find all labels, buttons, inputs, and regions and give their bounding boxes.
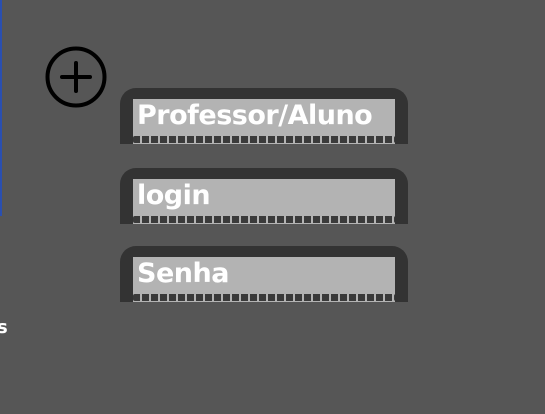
- left-edge-strip: [0, 0, 2, 216]
- role-field-box[interactable]: Professor/Aluno: [133, 99, 395, 144]
- edge-glyph: s: [0, 317, 8, 338]
- role-field[interactable]: Professor/Aluno: [120, 88, 408, 144]
- login-field-box[interactable]: login: [133, 179, 395, 224]
- password-input[interactable]: [133, 257, 395, 302]
- plus-circle-icon: [45, 46, 107, 108]
- password-field-box[interactable]: Senha: [133, 257, 395, 302]
- app-screen: s Professor/Aluno login Senha: [0, 0, 545, 414]
- login-input[interactable]: [133, 179, 395, 224]
- add-button[interactable]: [45, 46, 107, 108]
- role-input[interactable]: [133, 99, 395, 144]
- login-field[interactable]: login: [120, 168, 408, 224]
- password-field[interactable]: Senha: [120, 246, 408, 302]
